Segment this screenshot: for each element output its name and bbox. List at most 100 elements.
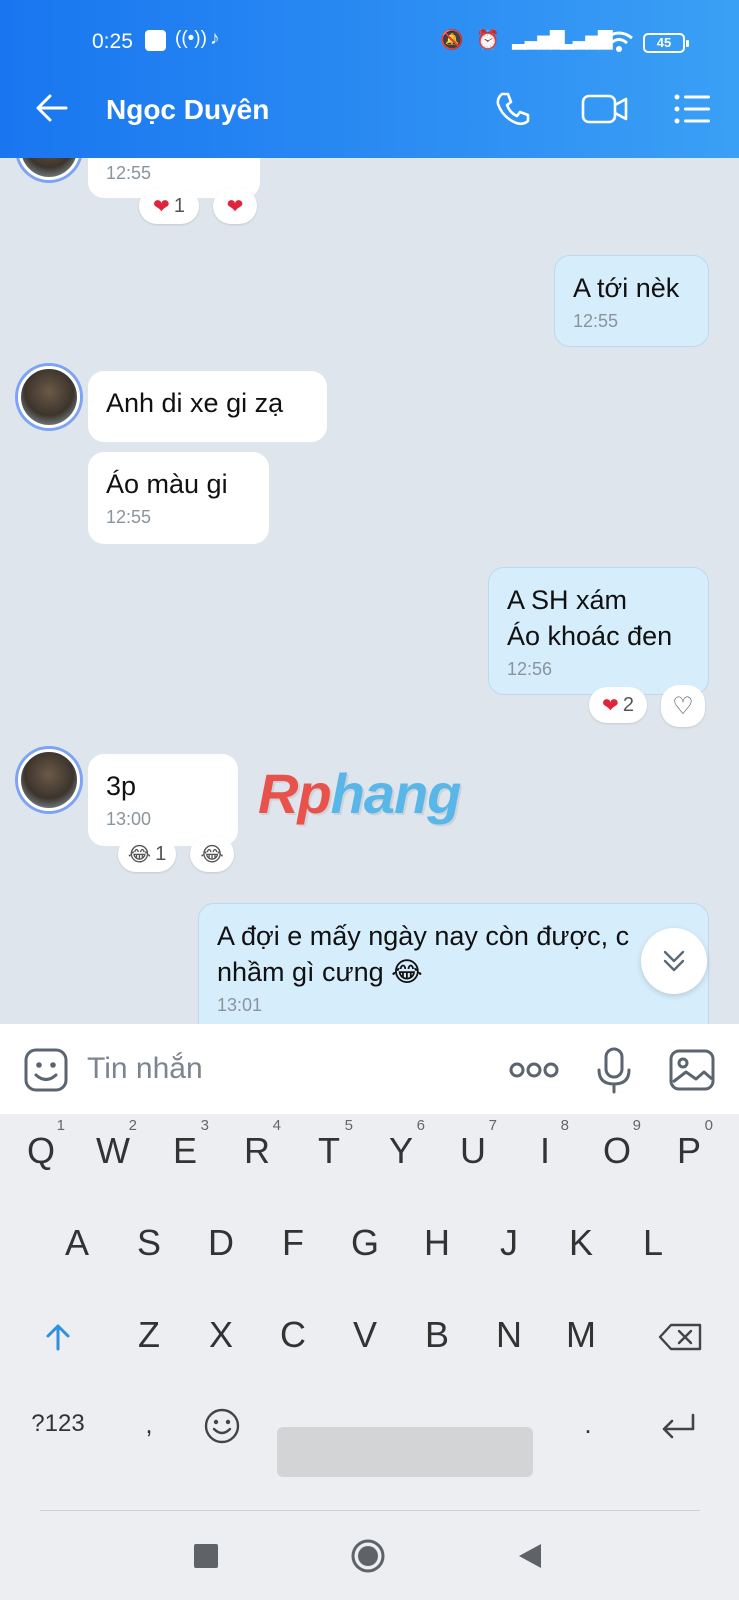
chat-header: Ngọc Duyên xyxy=(0,82,739,144)
key-o[interactable]: O9 xyxy=(587,1116,647,1186)
key-label: R xyxy=(244,1130,270,1171)
key-a[interactable]: A xyxy=(47,1208,107,1278)
menu-icon[interactable] xyxy=(672,88,714,130)
wifi-icon xyxy=(605,31,633,52)
laughing-emoji-icon: 😂 xyxy=(127,843,152,866)
message-text: Anh di xe gi zạ xyxy=(106,388,284,418)
key-b[interactable]: B xyxy=(407,1300,467,1370)
emoji-key[interactable] xyxy=(192,1389,252,1459)
key-w[interactable]: W2 xyxy=(83,1116,143,1186)
key-hint: 9 xyxy=(632,1117,641,1134)
message-bubble[interactable]: A tới nèk 12:55 xyxy=(554,255,709,347)
key-c[interactable]: C xyxy=(263,1300,323,1370)
back-nav-button[interactable] xyxy=(517,1542,543,1570)
heart-icon: ❤ xyxy=(602,694,619,717)
home-button[interactable] xyxy=(350,1538,386,1574)
key-e[interactable]: E3 xyxy=(155,1116,215,1186)
message-bubble[interactable]: 3p 13:00 xyxy=(88,754,238,846)
symbols-key[interactable]: ?123 xyxy=(22,1389,94,1459)
shift-key[interactable] xyxy=(28,1300,88,1370)
chat-area[interactable]: 12:55 ❤ 1 ❤ A tới nèk 12:55 Anh di xe gi… xyxy=(0,158,739,1024)
contact-avatar[interactable] xyxy=(18,749,80,811)
key-hint: 5 xyxy=(344,1117,353,1134)
key-y[interactable]: Y6 xyxy=(371,1116,431,1186)
message-line: nhầm gì cưng 😂 xyxy=(217,957,423,987)
space-bar[interactable] xyxy=(277,1427,533,1477)
key-label: W xyxy=(96,1130,130,1171)
message-bubble[interactable]: A đợi e mấy ngày nay còn được, c nhầm gì… xyxy=(198,903,709,1024)
message-input[interactable]: Tin nhắn xyxy=(87,1052,203,1086)
key-label: I xyxy=(539,1130,550,1171)
key-z[interactable]: Z xyxy=(119,1300,179,1370)
top-bar: 0:25 ((•)) ♪ 🔕 ⏰ ▂▃▅▇ ▂▃▅▇ 45 Ngọc Duyên xyxy=(0,0,739,158)
key-s[interactable]: S xyxy=(119,1208,179,1278)
watermark-part: hang xyxy=(330,762,462,825)
contact-avatar[interactable] xyxy=(18,158,80,180)
laughing-emoji-icon: 😂 xyxy=(200,843,224,866)
message-bubble[interactable]: Anh di xe gi zạ xyxy=(88,371,327,442)
comma-key[interactable]: , xyxy=(119,1389,179,1459)
key-m[interactable]: M xyxy=(551,1300,611,1370)
key-f[interactable]: F xyxy=(263,1208,323,1278)
shift-arrow-icon xyxy=(46,1324,70,1351)
backspace-icon xyxy=(658,1324,702,1351)
key-j[interactable]: J xyxy=(479,1208,539,1278)
key-u[interactable]: U7 xyxy=(443,1116,503,1186)
heart-icon: ❤ xyxy=(153,195,170,218)
key-t[interactable]: T5 xyxy=(299,1116,359,1186)
key-label: P xyxy=(676,1130,701,1171)
phone-call-icon[interactable] xyxy=(492,88,534,130)
message-time: 12:55 xyxy=(573,311,619,331)
key-h[interactable]: H xyxy=(407,1208,467,1278)
period-key[interactable]: . xyxy=(558,1389,618,1459)
backspace-key[interactable] xyxy=(650,1300,710,1370)
reaction-number: 1 xyxy=(155,842,167,865)
alarm-icon: ⏰ xyxy=(476,30,500,51)
message-bubble[interactable]: A SH xám Áo khoác đen 12:56 xyxy=(488,567,709,695)
key-r[interactable]: R4 xyxy=(227,1116,287,1186)
key-l[interactable]: L xyxy=(623,1208,683,1278)
key-hint: 4 xyxy=(272,1117,281,1134)
signal-icon: ▂▃▅▇ xyxy=(512,29,564,50)
signal-icon-2: ▂▃▅▇ xyxy=(560,29,612,50)
reaction-count[interactable]: ❤ 2 xyxy=(589,687,647,723)
recents-button[interactable] xyxy=(194,1544,218,1568)
key-i[interactable]: I8 xyxy=(515,1116,575,1186)
back-arrow-icon[interactable] xyxy=(32,88,72,128)
key-hint: 0 xyxy=(704,1117,713,1134)
message-time: 13:01 xyxy=(217,995,263,1015)
watermark-logo: Rphang xyxy=(258,761,462,826)
key-n[interactable]: N xyxy=(479,1300,539,1370)
microphone-icon[interactable] xyxy=(590,1046,638,1094)
enter-icon xyxy=(662,1414,695,1439)
react-button[interactable]: ❤ xyxy=(213,188,257,224)
key-p[interactable]: P0 xyxy=(659,1116,719,1186)
key-v[interactable]: V xyxy=(335,1300,395,1370)
key-x[interactable]: X xyxy=(191,1300,251,1370)
contact-name[interactable]: Ngọc Duyên xyxy=(106,94,269,126)
reaction-number: 2 xyxy=(622,693,634,716)
message-text: A tới nèk xyxy=(573,273,680,303)
battery-indicator: 45 xyxy=(643,33,689,53)
react-button[interactable]: 😂 xyxy=(190,836,234,872)
key-d[interactable]: D xyxy=(191,1208,251,1278)
key-k[interactable]: K xyxy=(551,1208,611,1278)
double-chevron-down-icon xyxy=(663,950,685,972)
video-call-icon[interactable] xyxy=(580,88,630,130)
smiley-icon xyxy=(204,1409,240,1444)
sticker-icon[interactable] xyxy=(22,1046,70,1094)
message-time: 12:56 xyxy=(507,659,553,679)
contact-avatar[interactable] xyxy=(18,366,80,428)
react-button[interactable]: ♡ xyxy=(661,685,705,727)
reaction-count[interactable]: ❤ 1 xyxy=(139,188,199,224)
key-g[interactable]: G xyxy=(335,1208,395,1278)
key-q[interactable]: Q1 xyxy=(11,1116,71,1186)
image-gallery-icon[interactable] xyxy=(668,1046,716,1094)
key-hint: 8 xyxy=(560,1117,569,1134)
reaction-count[interactable]: 😂 1 xyxy=(118,836,176,872)
enter-key[interactable] xyxy=(648,1389,708,1459)
scroll-to-bottom-button[interactable] xyxy=(641,928,707,994)
more-options-icon[interactable] xyxy=(508,1046,560,1094)
key-label: Q xyxy=(26,1130,55,1171)
message-bubble[interactable]: Áo màu gi 12:55 xyxy=(88,452,269,544)
